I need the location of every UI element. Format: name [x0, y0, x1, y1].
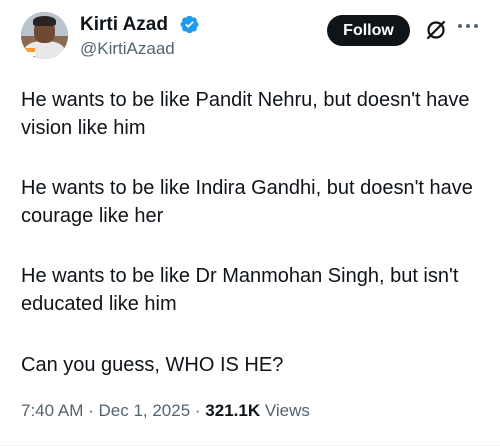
tweet-date[interactable]: Dec 1, 2025 [98, 401, 190, 420]
dot [466, 24, 470, 28]
tweet-paragraph: He wants to be like Pandit Nehru, but do… [21, 89, 470, 139]
tweet-meta: 7:40 AM · Dec 1, 2025 · 321.1K Views [21, 401, 310, 421]
meta-separator: · [83, 401, 99, 420]
verified-badge-icon [180, 15, 199, 34]
more-dots-icon[interactable] [458, 22, 478, 30]
tweet-paragraph: He wants to be like Indira Gandhi, but d… [21, 177, 473, 227]
flag-stripe-green [21, 56, 35, 59]
views-count: 321.1K [205, 401, 261, 420]
dot [458, 24, 462, 28]
views-label: Views [264, 401, 310, 420]
grok-icon[interactable] [424, 18, 448, 42]
tweet-paragraph: Can you guess, WHO IS HE? [21, 354, 284, 376]
avatar-hair [33, 16, 56, 26]
tweet-paragraph: He wants to be like Dr Manmohan Singh, b… [21, 265, 459, 315]
author-avatar[interactable] [21, 12, 68, 59]
author-handle[interactable]: @KirtiAzaad [80, 39, 175, 59]
author-name[interactable]: Kirti Azad [80, 14, 168, 36]
meta-separator: · [190, 401, 206, 420]
tweet-card: Kirti Azad @KirtiAzaad Follow He wants t… [0, 0, 500, 446]
follow-button[interactable]: Follow [327, 15, 410, 46]
dot [474, 24, 478, 28]
tweet-time[interactable]: 7:40 AM [21, 401, 83, 420]
